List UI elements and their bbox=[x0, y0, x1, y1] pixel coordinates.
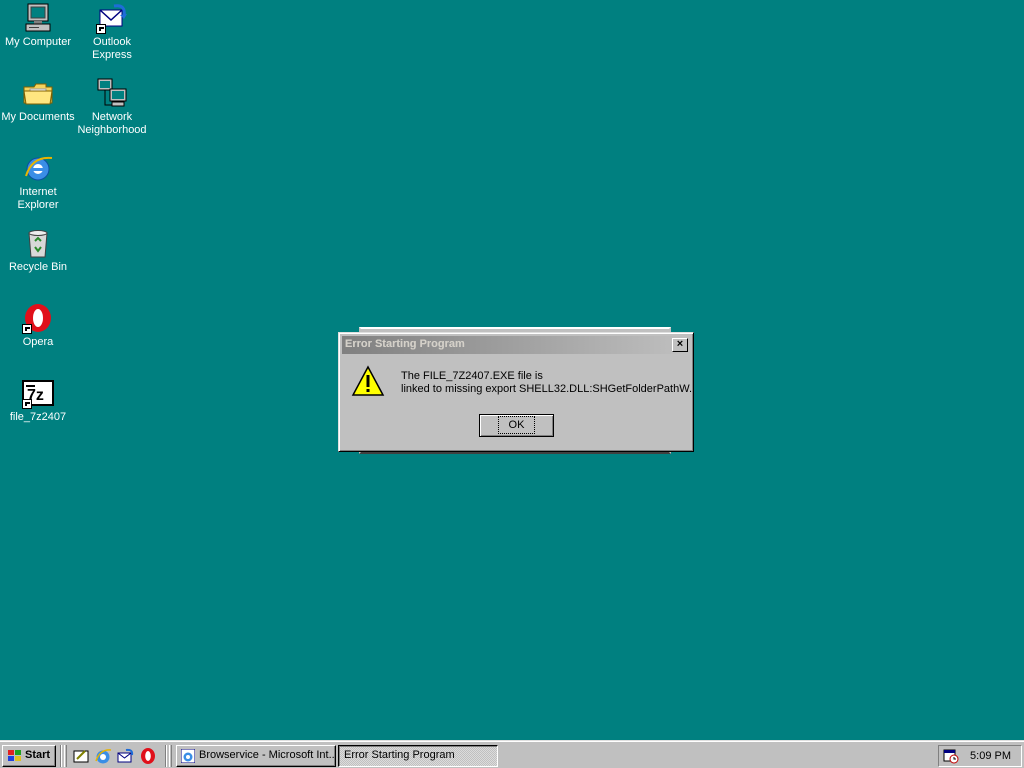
warning-icon bbox=[351, 365, 385, 397]
shortcut-arrow-icon bbox=[22, 399, 32, 409]
quicklaunch-show-desktop[interactable] bbox=[72, 747, 90, 765]
tasks-grip[interactable] bbox=[169, 745, 172, 767]
desktop-icon-internet-explorer[interactable]: Internet Explorer bbox=[0, 152, 76, 212]
task-button-browservice[interactable]: Browservice - Microsoft Int... bbox=[176, 745, 336, 767]
folder-icon bbox=[22, 77, 54, 109]
task-label: Error Starting Program bbox=[344, 749, 455, 761]
desktop-icon-recycle-bin[interactable]: Recycle Bin bbox=[0, 227, 76, 274]
desktop-icon-label: My Computer bbox=[4, 36, 72, 48]
scheduler-icon[interactable] bbox=[943, 748, 959, 764]
desktop-icon-label: file_7z2407 bbox=[9, 411, 67, 423]
quicklaunch-outlook-express[interactable] bbox=[116, 747, 134, 765]
desktop-icon-label: Recycle Bin bbox=[8, 261, 68, 273]
shortcut-arrow-icon bbox=[22, 324, 32, 334]
desktop-icon-label: Opera bbox=[22, 336, 54, 348]
outlook-express-icon bbox=[117, 748, 134, 763]
outlook-express-icon bbox=[96, 2, 128, 34]
computer-icon bbox=[22, 2, 54, 34]
desktop-icon-my-computer[interactable]: My Computer bbox=[0, 2, 76, 49]
dialog-message-line1: The FILE_7Z2407.EXE file is bbox=[401, 370, 543, 382]
desktop-icon-label: Outlook Express bbox=[92, 36, 132, 61]
desktop-icon-network-neighborhood[interactable]: Network Neighborhood bbox=[74, 77, 150, 137]
dialog-message: The FILE_7Z2407.EXE file is linked to mi… bbox=[401, 370, 692, 396]
dialog-message-line2: linked to missing export SHELL32.DLL:SHG… bbox=[401, 383, 693, 395]
desktop-icon-outlook-express[interactable]: Outlook Express bbox=[74, 2, 150, 62]
task-label: Browservice - Microsoft Int... bbox=[199, 749, 336, 761]
opera-icon bbox=[141, 748, 155, 764]
recycle-bin-icon bbox=[22, 227, 54, 259]
desktop-icon-my-documents[interactable]: My Documents bbox=[0, 77, 76, 124]
ok-button-label: OK bbox=[497, 416, 536, 434]
start-button[interactable]: Start bbox=[2, 745, 56, 767]
desktop-icon-label: Internet Explorer bbox=[17, 186, 59, 211]
taskbar-separator bbox=[60, 745, 62, 767]
desktop-icon-opera[interactable]: Opera bbox=[0, 302, 76, 349]
dialog-titlebar[interactable]: Error Starting Program × bbox=[342, 336, 690, 354]
clock[interactable]: 5:09 PM bbox=[970, 750, 1011, 762]
quicklaunch-grip[interactable] bbox=[64, 745, 67, 767]
internet-explorer-icon bbox=[22, 152, 54, 184]
desktop-icon-label: Network Neighborhood bbox=[77, 111, 147, 136]
start-label: Start bbox=[25, 749, 51, 761]
7zip-icon: 7z bbox=[22, 377, 54, 409]
desktop-icon-label: My Documents bbox=[1, 111, 75, 123]
close-icon: × bbox=[676, 338, 684, 350]
system-tray: 5:09 PM bbox=[938, 745, 1022, 767]
desktop-icon-file-7z2407[interactable]: 7z file_7z2407 bbox=[0, 377, 76, 424]
opera-icon bbox=[22, 302, 54, 334]
shortcut-arrow-icon bbox=[96, 24, 106, 34]
internet-explorer-icon bbox=[95, 749, 112, 764]
network-icon bbox=[96, 77, 128, 109]
show-desktop-icon bbox=[73, 750, 89, 763]
taskbar: Start Browservice - Microsoft Int... Err… bbox=[0, 740, 1024, 768]
internet-explorer-icon bbox=[181, 749, 195, 763]
taskbar-separator bbox=[165, 745, 167, 767]
dialog-title: Error Starting Program bbox=[345, 338, 465, 350]
error-dialog: Error Starting Program × The FILE_7Z2407… bbox=[338, 332, 694, 452]
quicklaunch-opera[interactable] bbox=[139, 747, 157, 765]
ok-button[interactable]: OK bbox=[479, 414, 554, 437]
windows-logo-icon bbox=[8, 750, 21, 761]
task-button-error-starting-program[interactable]: Error Starting Program bbox=[338, 745, 498, 767]
close-button[interactable]: × bbox=[672, 338, 688, 352]
quicklaunch-internet-explorer[interactable] bbox=[94, 747, 112, 765]
